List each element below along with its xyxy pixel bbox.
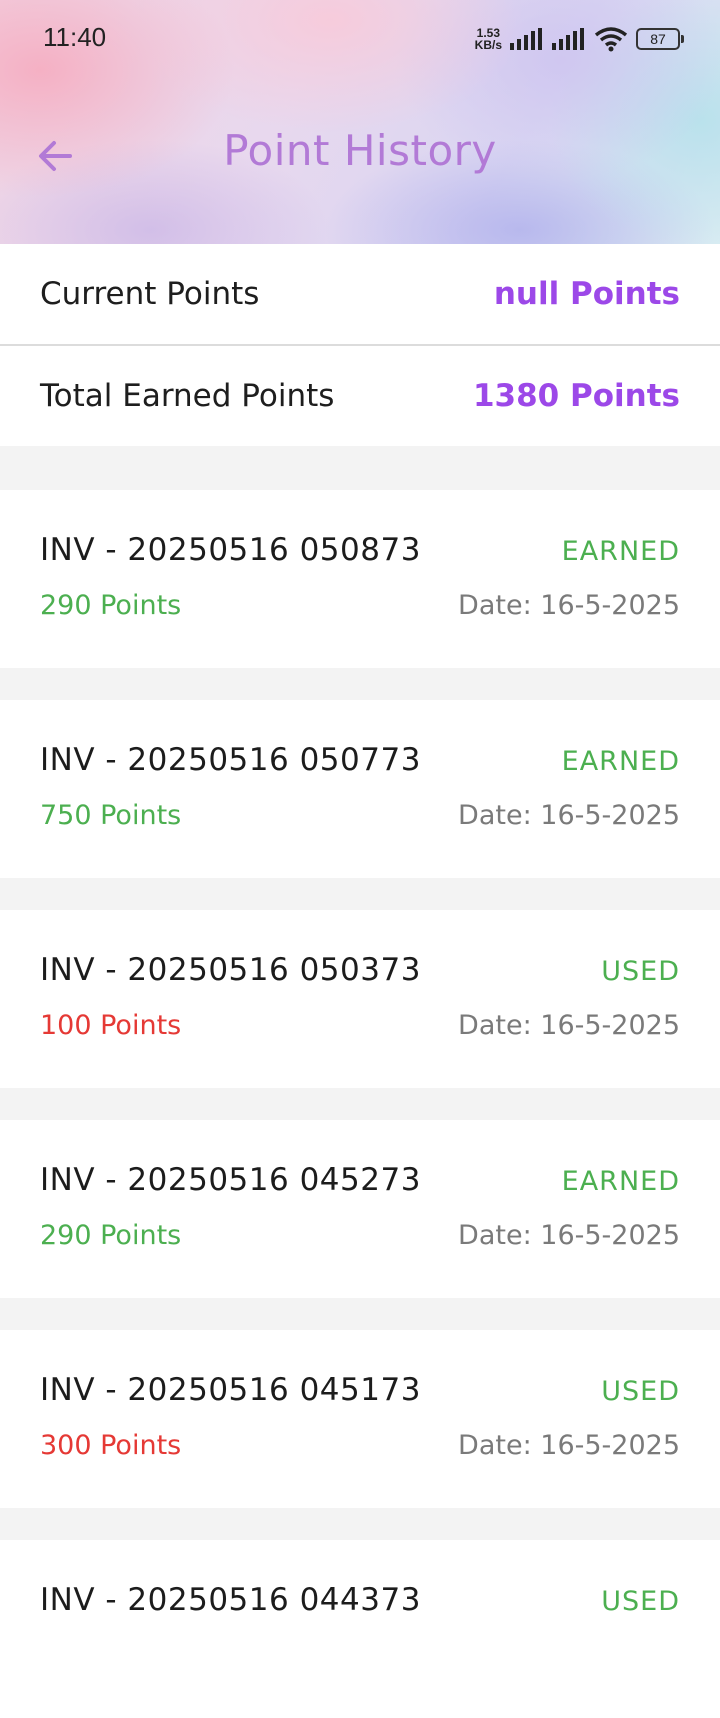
invoice-number: INV - 20250516 045273: [40, 1162, 421, 1198]
transaction-points: 100 Points: [40, 1010, 182, 1041]
invoice-number: INV - 20250516 050373: [40, 952, 421, 988]
transaction-status: EARNED: [561, 746, 680, 777]
current-points-value: null Points: [493, 276, 680, 312]
transaction-card[interactable]: INV - 20250516 045173 USED 300 Points Da…: [0, 1330, 720, 1508]
page-title: Point History: [223, 126, 497, 175]
transaction-points: 300 Points: [40, 1430, 182, 1461]
transaction-card[interactable]: INV - 20250516 044373 USED: [0, 1540, 720, 1718]
total-earned-value: 1380 Points: [472, 378, 680, 414]
transaction-card[interactable]: INV - 20250516 050373 USED 100 Points Da…: [0, 910, 720, 1088]
transaction-points: 750 Points: [40, 800, 182, 831]
signal-icon-2: [552, 28, 584, 50]
network-speed: 1.53 KB/s: [475, 27, 502, 51]
transaction-points: 290 Points: [40, 1220, 182, 1251]
invoice-number: INV - 20250516 050873: [40, 532, 421, 568]
transaction-card[interactable]: INV - 20250516 050873 EARNED 290 Points …: [0, 490, 720, 668]
transaction-status: USED: [601, 956, 680, 987]
wifi-icon: [594, 27, 628, 52]
battery-indicator: 87: [636, 28, 684, 50]
transaction-card[interactable]: INV - 20250516 045273 EARNED 290 Points …: [0, 1120, 720, 1298]
invoice-number: INV - 20250516 050773: [40, 742, 421, 778]
status-icons: 1.53 KB/s 87: [475, 22, 684, 56]
status-time: 11:40: [43, 22, 107, 52]
transaction-points: 290 Points: [40, 590, 182, 621]
transaction-card[interactable]: INV - 20250516 050773 EARNED 750 Points …: [0, 700, 720, 878]
network-speed-unit: KB/s: [474, 38, 502, 52]
transaction-status: EARNED: [561, 1166, 680, 1197]
transaction-status: USED: [601, 1376, 680, 1407]
transaction-date: Date: 16-5-2025: [458, 1220, 680, 1251]
transaction-status: USED: [601, 1586, 680, 1617]
transaction-date: Date: 16-5-2025: [458, 590, 680, 621]
transaction-date: Date: 16-5-2025: [458, 1010, 680, 1041]
invoice-number: INV - 20250516 044373: [40, 1582, 421, 1618]
total-earned-row: Total Earned Points 1380 Points: [0, 346, 720, 446]
transaction-status: EARNED: [561, 536, 680, 567]
current-points-label: Current Points: [40, 276, 260, 312]
signal-icon: [510, 28, 542, 50]
transaction-date: Date: 16-5-2025: [458, 1430, 680, 1461]
invoice-number: INV - 20250516 045173: [40, 1372, 421, 1408]
header-banner: 11:40 1.53 KB/s 87 Point History: [0, 0, 720, 244]
current-points-row: Current Points null Points: [0, 244, 720, 344]
total-earned-label: Total Earned Points: [40, 378, 335, 414]
transaction-date: Date: 16-5-2025: [458, 800, 680, 831]
